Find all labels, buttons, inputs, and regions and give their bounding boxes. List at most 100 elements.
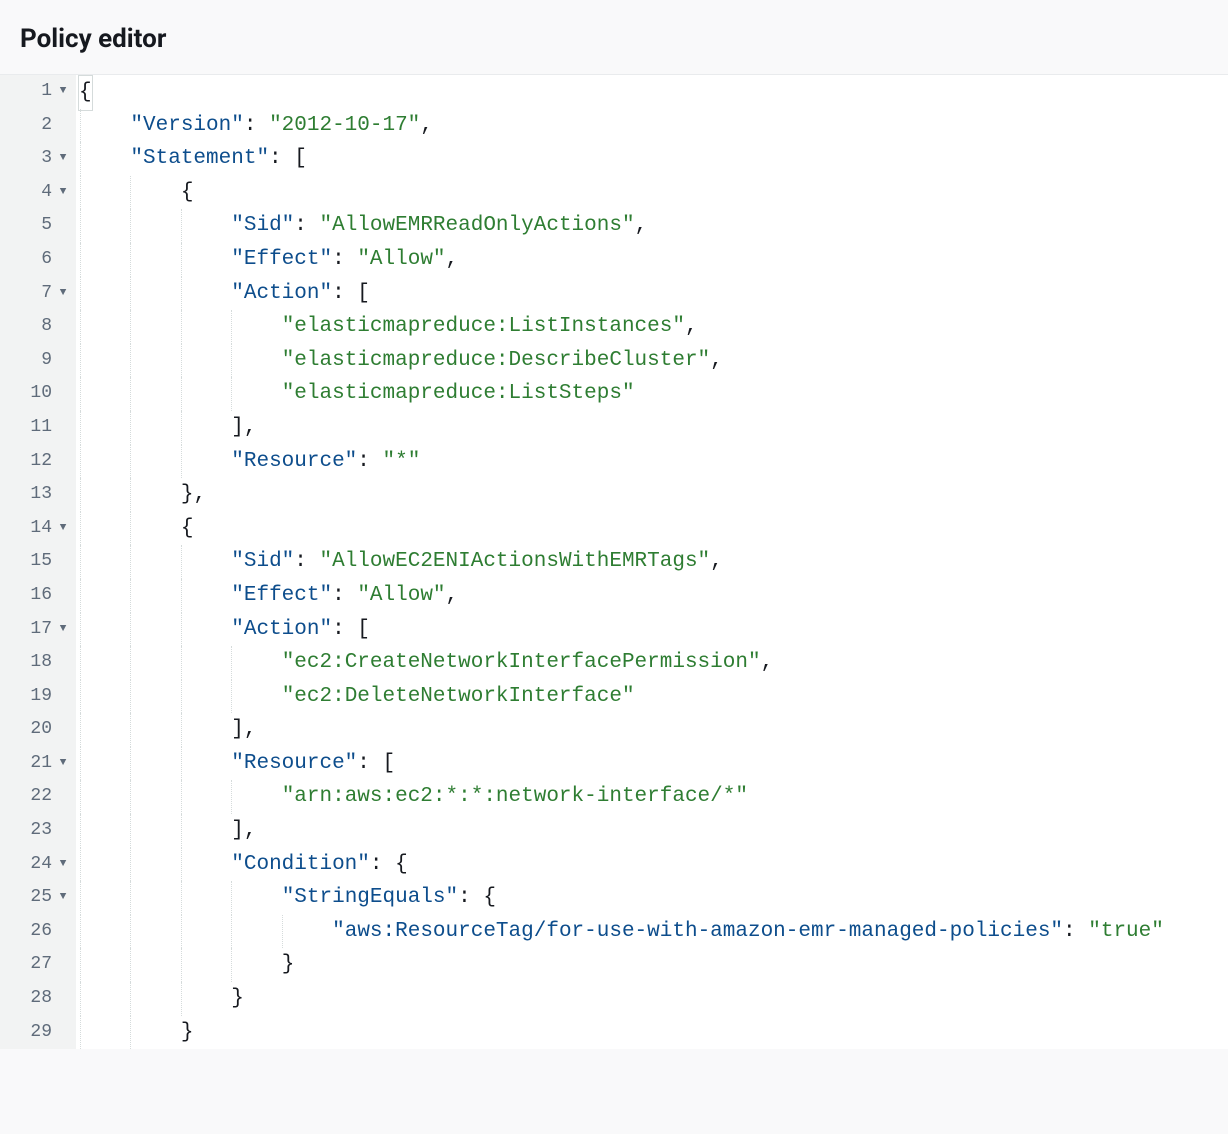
line-number: 12 (30, 445, 56, 479)
code-line[interactable]: "aws:ResourceTag/for-use-with-amazon-emr… (76, 915, 1228, 949)
line-number: 26 (30, 915, 56, 949)
code-line[interactable]: "Sid": "AllowEC2ENIActionsWithEMRTags", (76, 545, 1228, 579)
code-line[interactable]: "Action": [ (76, 277, 1228, 311)
code-line[interactable]: "Statement": [ (76, 142, 1228, 176)
code-token: : { (458, 886, 496, 909)
code-line[interactable]: "StringEquals": { (76, 881, 1228, 915)
code-token: : (332, 248, 357, 271)
code-token: "*" (383, 450, 421, 473)
code-line[interactable]: "arn:aws:ec2:*:*:network-interface/*" (76, 780, 1228, 814)
line-number: 22 (30, 780, 56, 814)
line-number: 25 (30, 881, 56, 915)
gutter-line: 16 (0, 579, 70, 613)
line-number: 16 (30, 579, 56, 613)
line-number: 10 (30, 377, 56, 411)
fold-arrow-icon[interactable]: ▼ (56, 613, 70, 647)
gutter-line: 18 (0, 646, 70, 680)
line-number: 29 (30, 1016, 56, 1050)
gutter-line: 22 (0, 780, 70, 814)
code-line[interactable]: "Action": [ (76, 613, 1228, 647)
code-token: "StringEquals" (282, 886, 458, 909)
code-line[interactable]: } (76, 1016, 1228, 1050)
code-line[interactable]: "Condition": { (76, 848, 1228, 882)
code-line[interactable]: }, (76, 478, 1228, 512)
code-token: "Sid" (231, 550, 294, 573)
code-token: : [ (357, 752, 395, 775)
fold-arrow-icon[interactable]: ▼ (56, 747, 70, 781)
line-number: 27 (30, 948, 56, 982)
fold-arrow-icon[interactable]: ▼ (56, 75, 70, 109)
line-number: 8 (41, 310, 56, 344)
code-line[interactable]: "elasticmapreduce:ListInstances", (76, 310, 1228, 344)
code-token: "Resource" (231, 752, 357, 775)
code-line[interactable]: "Version": "2012-10-17", (76, 109, 1228, 143)
code-token: , (420, 114, 433, 137)
gutter-line: 19 (0, 680, 70, 714)
code-line[interactable]: "Sid": "AllowEMRReadOnlyActions", (76, 209, 1228, 243)
code-line[interactable]: "elasticmapreduce:ListSteps" (76, 377, 1228, 411)
code-line[interactable]: } (76, 948, 1228, 982)
gutter-line: 21▼ (0, 747, 70, 781)
gutter-line: 29 (0, 1016, 70, 1050)
fold-arrow-icon[interactable]: ▼ (56, 848, 70, 882)
code-line[interactable]: "Resource": [ (76, 747, 1228, 781)
gutter-line: 12 (0, 445, 70, 479)
code-line[interactable]: "ec2:CreateNetworkInterfacePermission", (76, 646, 1228, 680)
code-line[interactable]: { (76, 75, 1228, 109)
code-token: } (181, 1021, 194, 1044)
code-line[interactable]: ], (76, 713, 1228, 747)
gutter-line: 20 (0, 713, 70, 747)
code-line[interactable]: "Resource": "*" (76, 445, 1228, 479)
code-line[interactable]: "Effect": "Allow", (76, 243, 1228, 277)
code-token: "Version" (130, 114, 243, 137)
line-number: 7 (41, 277, 56, 311)
code-token: } (282, 953, 295, 976)
code-token: ], (231, 416, 256, 439)
code-area[interactable]: { "Version": "2012-10-17", "Statement": … (76, 75, 1228, 1049)
gutter-line: 23 (0, 814, 70, 848)
code-line[interactable]: "ec2:DeleteNetworkInterface" (76, 680, 1228, 714)
code-token: : [ (332, 618, 370, 641)
gutter-line: 7▼ (0, 277, 70, 311)
code-token: "ec2:CreateNetworkInterfacePermission" (282, 651, 761, 674)
fold-arrow-icon[interactable]: ▼ (56, 512, 70, 546)
gutter-line: 6 (0, 243, 70, 277)
gutter-line: 10 (0, 377, 70, 411)
code-token: } (231, 987, 244, 1010)
code-line[interactable]: ], (76, 814, 1228, 848)
code-token: : (332, 584, 357, 607)
code-line[interactable]: "elasticmapreduce:DescribeCluster", (76, 344, 1228, 378)
code-token: "Action" (231, 282, 332, 305)
code-line[interactable]: "Effect": "Allow", (76, 579, 1228, 613)
code-token: { (181, 181, 194, 204)
code-token: ], (231, 819, 256, 842)
fold-arrow-icon[interactable]: ▼ (56, 176, 70, 210)
line-number: 3 (41, 142, 56, 176)
line-number: 18 (30, 646, 56, 680)
line-number: 20 (30, 713, 56, 747)
line-number: 4 (41, 176, 56, 210)
line-number: 9 (41, 344, 56, 378)
code-token: "elasticmapreduce:ListSteps" (282, 382, 635, 405)
code-editor[interactable]: 1▼23▼4▼567▼891011121314▼151617▼18192021▼… (0, 75, 1228, 1049)
code-token: }, (181, 483, 206, 506)
fold-arrow-icon[interactable]: ▼ (56, 142, 70, 176)
gutter-line: 14▼ (0, 512, 70, 546)
code-token: "true" (1088, 920, 1164, 943)
code-token: : { (370, 853, 408, 876)
code-token: : (294, 214, 319, 237)
fold-arrow-icon[interactable]: ▼ (56, 277, 70, 311)
code-line[interactable]: { (76, 512, 1228, 546)
code-line[interactable]: } (76, 982, 1228, 1016)
code-line[interactable]: { (76, 176, 1228, 210)
line-number: 11 (30, 411, 56, 445)
fold-arrow-icon[interactable]: ▼ (56, 881, 70, 915)
code-token: , (446, 248, 459, 271)
code-token: : (1063, 920, 1088, 943)
line-number: 28 (30, 982, 56, 1016)
gutter-line: 27 (0, 948, 70, 982)
line-number: 23 (30, 814, 56, 848)
code-token: ], (231, 718, 256, 741)
code-line[interactable]: ], (76, 411, 1228, 445)
code-token: , (761, 651, 774, 674)
